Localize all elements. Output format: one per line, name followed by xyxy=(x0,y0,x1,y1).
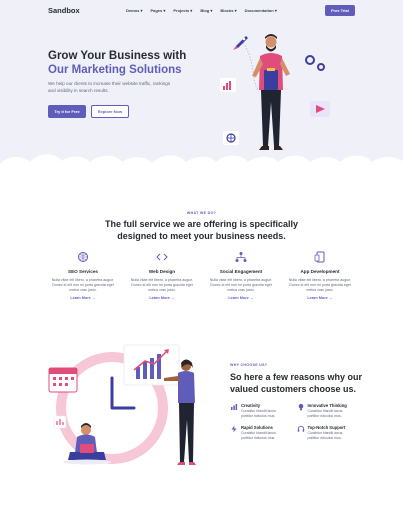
code-icon xyxy=(127,250,197,264)
hero-title-line2: Our Marketing Solutions xyxy=(48,64,182,76)
menu-item-blocks[interactable]: Blocks ▾ xyxy=(220,8,236,13)
try-free-button[interactable]: Try it for Free xyxy=(48,105,86,118)
reason-innovative: Innovative Thinking Curabitur blandit la… xyxy=(297,403,356,418)
globe-card-icon xyxy=(223,131,239,145)
learn-more-link[interactable]: Learn More → xyxy=(206,296,276,300)
hero-title-line1: Grow Your Business with xyxy=(48,50,187,62)
why-illustration xyxy=(48,344,196,465)
devices-icon xyxy=(285,250,355,264)
main-menu: Demos ▾ Pages ▾ Projects ▾ Blog ▾ Blocks… xyxy=(126,8,277,13)
reason-desc: Curabitur blandit lacus porttitor ridicu… xyxy=(307,431,343,440)
services-eyebrow: WHAT WE DO? xyxy=(186,211,217,215)
services-title: The full service we are offering is spec… xyxy=(104,219,299,241)
service-name: Social Engagement xyxy=(219,269,263,274)
learn-more-link[interactable]: Learn More → xyxy=(285,296,355,300)
lightbulb-icon xyxy=(297,403,305,411)
brand-logo[interactable]: Sandbox xyxy=(48,6,80,15)
service-card-seo: SEO Services Nulla vitae elit libero, a … xyxy=(48,250,118,300)
service-name: App Development xyxy=(300,269,340,274)
menu-item-demos[interactable]: Demos ▾ xyxy=(126,8,142,13)
reason-name: Rapid Solutions xyxy=(241,425,273,431)
reason-name: Creativity xyxy=(241,403,261,408)
free-trial-button[interactable]: Free Trial xyxy=(325,5,355,16)
hero-subtitle: We help our clients to increase their we… xyxy=(48,81,171,93)
network-icon xyxy=(206,250,276,264)
service-card-app: App Development Nulla vitae elit libero,… xyxy=(285,250,355,300)
menu-item-blog[interactable]: Blog ▾ xyxy=(200,8,212,13)
services-grid: SEO Services Nulla vitae elit libero, a … xyxy=(48,250,355,300)
gear-icon xyxy=(305,55,325,71)
service-desc: Nulla vitae elit libero, a pharetra augu… xyxy=(130,278,194,292)
why-title: So here a few reasons why our valued cus… xyxy=(230,372,363,394)
service-desc: Nulla vitae elit libero, a pharetra augu… xyxy=(288,278,352,292)
hero-title: Grow Your Business with Our Marketing So… xyxy=(48,49,186,77)
service-card-web-design: Web Design Nulla vitae elit libero, a ph… xyxy=(127,250,197,300)
menu-item-projects[interactable]: Projects ▾ xyxy=(173,8,192,13)
calendar-icon xyxy=(48,367,78,393)
headset-icon xyxy=(297,425,305,433)
chart-card-icon xyxy=(220,78,236,92)
reason-desc: Curabitur blandit lacus porttitor ridicu… xyxy=(241,431,276,440)
chart-icon xyxy=(230,403,238,411)
reason-name: Top-Notch Support xyxy=(307,425,346,431)
reason-desc: Curabitur blandit lacus porttitor ridicu… xyxy=(307,409,343,418)
service-desc: Nulla vitae elit libero, a pharetra augu… xyxy=(51,278,115,292)
learn-more-link[interactable]: Learn More → xyxy=(127,296,197,300)
hero-section: Sandbox Demos ▾ Pages ▾ Projects ▾ Blog … xyxy=(0,0,403,168)
cloud-divider xyxy=(0,154,403,168)
reason-desc: Curabitur blandit lacus porttitor ridicu… xyxy=(241,409,276,418)
explore-now-button[interactable]: Explore Now xyxy=(91,105,129,118)
reason-support: Top-Notch Support Curabitur blandit lacu… xyxy=(297,425,356,440)
service-name: Web Design xyxy=(148,269,176,274)
pie-card-icon xyxy=(53,415,67,429)
reasons-grid: Creativity Curabitur blandit lacus portt… xyxy=(230,403,355,440)
menu-item-pages[interactable]: Pages ▾ xyxy=(150,8,165,13)
service-name: SEO Services xyxy=(68,269,98,274)
rocket-icon xyxy=(233,36,248,50)
menu-item-documentation[interactable]: Documentation ▾ xyxy=(245,8,277,13)
learn-more-link[interactable]: Learn More → xyxy=(48,296,118,300)
play-card-icon xyxy=(310,101,330,117)
hero-illustration xyxy=(220,34,330,150)
bolt-icon xyxy=(230,425,238,433)
globe-icon xyxy=(48,250,118,264)
reason-creativity: Creativity Curabitur blandit lacus portt… xyxy=(230,403,289,418)
why-eyebrow: WHY CHOOSE US? xyxy=(230,363,268,367)
reason-name: Innovative Thinking xyxy=(307,403,347,408)
navbar: Sandbox Demos ▾ Pages ▾ Projects ▾ Blog … xyxy=(0,0,403,22)
reason-rapid: Rapid Solutions Curabitur blandit lacus … xyxy=(230,425,289,440)
service-desc: Nulla vitae elit libero, a pharetra augu… xyxy=(209,278,273,292)
businessman-figure xyxy=(252,34,290,150)
service-card-social: Social Engagement Nulla vitae elit liber… xyxy=(206,250,276,300)
